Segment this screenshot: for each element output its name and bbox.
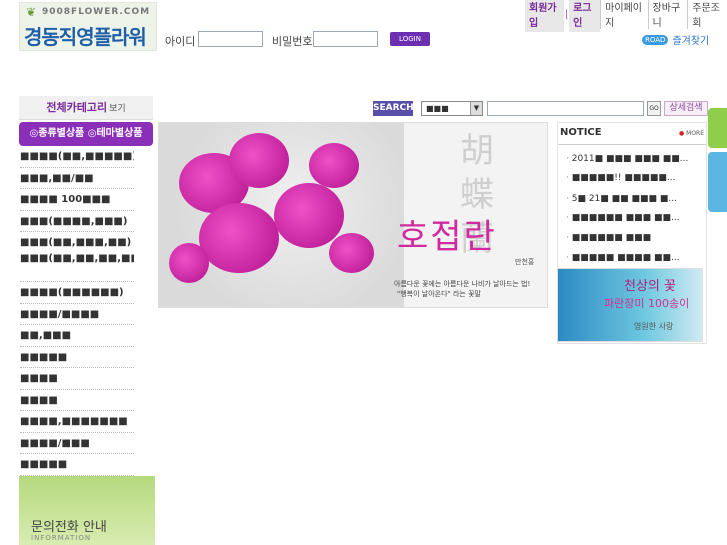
category-item[interactable]: ■■■■/■■■■ xyxy=(20,304,134,325)
join-link[interactable]: 회원가입 xyxy=(525,0,564,32)
favorite-link[interactable]: ROAD 즐겨찾기 xyxy=(642,32,709,47)
category-item[interactable]: ■■,■■■ xyxy=(20,325,134,347)
category-tabs[interactable]: ◎종류별상품 ◎테마별상품 xyxy=(19,122,153,146)
search-go-button[interactable]: GO xyxy=(647,101,661,116)
notice-header: NOTICE MORE xyxy=(558,123,706,145)
category-item[interactable]: ■■■■(■■,■■■■■) xyxy=(20,146,134,168)
notice-title: NOTICE xyxy=(560,127,602,138)
banner-title-sub: 만천홍 xyxy=(515,258,535,266)
id-input[interactable] xyxy=(198,31,263,47)
category-item[interactable]: ■■■■■ xyxy=(20,347,134,368)
category-title-sub: 보기 xyxy=(109,104,126,114)
search-category-select[interactable]: ■■■ ▼ xyxy=(421,101,483,116)
login-link[interactable]: 로그인 xyxy=(569,0,601,32)
favorite-label: 즐겨찾기 xyxy=(672,36,710,47)
leaf-icon: ❦ xyxy=(26,5,37,19)
promo-line: 천상의 꽃 xyxy=(624,279,676,294)
banner-caption: 아름다운 꽃에는 아름다운 나비가 날아드는 법! xyxy=(394,280,531,288)
search-label: SEARCH xyxy=(373,101,414,116)
search-select-value: ■■■ xyxy=(426,104,449,113)
order-lookup-link[interactable]: 주문조회 xyxy=(687,0,727,29)
promo-line: 파란장미 100송이 xyxy=(604,297,690,310)
category-item[interactable]: ■■■■■ xyxy=(20,454,134,476)
password-label: 비밀번호 xyxy=(272,35,313,48)
top-nav: 회원가입 | 로그인 마이페이지 장바구니 주문조회 xyxy=(525,0,727,32)
chevron-down-icon: ▼ xyxy=(470,102,482,115)
advanced-search-button[interactable]: 상세검색 xyxy=(664,101,708,116)
orchid-photo xyxy=(159,123,404,307)
blue-rose-promo[interactable]: 천상의 꽃 파란장미 100송이 영원한 사랑 xyxy=(557,268,703,342)
notice-item[interactable]: ■■■■■■ ■■■ xyxy=(566,233,651,243)
notice-item[interactable]: 5■ 21■ ■■ ■■■ ■... xyxy=(566,194,677,204)
category-list: ■■■■(■■,■■■■■) ■■■,■■/■■ ■■■■ 100■■■ ■■■… xyxy=(20,146,134,476)
category-item[interactable]: ■■■■ xyxy=(20,368,134,390)
notice-item[interactable]: ■■■■■ ■■■■ ■■... xyxy=(566,253,680,263)
category-item[interactable]: ■■■■,■■■■■■■ xyxy=(20,411,134,433)
banner-title: 호접란 xyxy=(397,217,497,257)
more-link[interactable]: MORE xyxy=(679,130,704,137)
side-quick-widget[interactable] xyxy=(708,108,727,148)
road-badge: ROAD xyxy=(642,34,669,45)
main-banner[interactable]: 胡 蝶 蘭 호접란 만천홍 아름다운 꽃에는 아름다운 나비가 날아드는 법! … xyxy=(158,122,548,308)
notice-item[interactable]: 2011■ ■■■ ■■■ ■■... xyxy=(566,154,689,164)
category-item[interactable]: ■■■■ xyxy=(20,390,134,411)
banner-caption: "행복이 날아온다" 라는 꽃말 xyxy=(397,290,481,298)
id-label: 아이디 xyxy=(165,35,196,48)
search-input[interactable] xyxy=(487,101,644,116)
side-quick-widget[interactable] xyxy=(708,152,727,212)
category-item[interactable]: ■■■(■■,■■,■■,■■) xyxy=(20,248,134,282)
category-item[interactable]: ■■■■ 100■■■ xyxy=(20,189,134,211)
logo-domain: 9008FLOWER.COM xyxy=(42,7,151,17)
category-item[interactable]: ■■■■/■■■ xyxy=(20,433,134,454)
notice-item[interactable]: ■■■■■■ ■■■ ■■... xyxy=(566,213,680,223)
cart-link[interactable]: 장바구니 xyxy=(647,0,688,29)
mypage-link[interactable]: 마이페이지 xyxy=(600,0,647,29)
inquiry-title: 문의전화 안내 xyxy=(31,520,107,535)
category-item[interactable]: ■■■(■■,■■■,■■) xyxy=(20,232,134,248)
site-logo[interactable]: ❦ 9008FLOWER.COM 경동직영플라워 xyxy=(19,2,157,51)
category-header[interactable]: 전체카테고리 보기 xyxy=(19,96,153,120)
category-item[interactable]: ■■■,■■/■■ xyxy=(20,168,134,189)
category-item[interactable]: ■■■■(■■■■■■) xyxy=(20,282,134,304)
promo-line: 영원한 사랑 xyxy=(634,322,674,331)
logo-name: 경동직영플라워 xyxy=(24,25,147,49)
password-input[interactable] xyxy=(313,31,378,47)
category-title: 전체카테고리 xyxy=(46,101,108,114)
inquiry-banner[interactable]: 문의전화 안내 INFORMATION xyxy=(19,476,155,545)
login-button[interactable]: LOGIN xyxy=(390,32,430,46)
category-item[interactable]: ■■■(■■■■,■■■) xyxy=(20,211,134,232)
inquiry-subtitle: INFORMATION xyxy=(31,534,92,542)
notice-item[interactable]: ■■■■■!! ■■■■■... xyxy=(566,173,676,183)
